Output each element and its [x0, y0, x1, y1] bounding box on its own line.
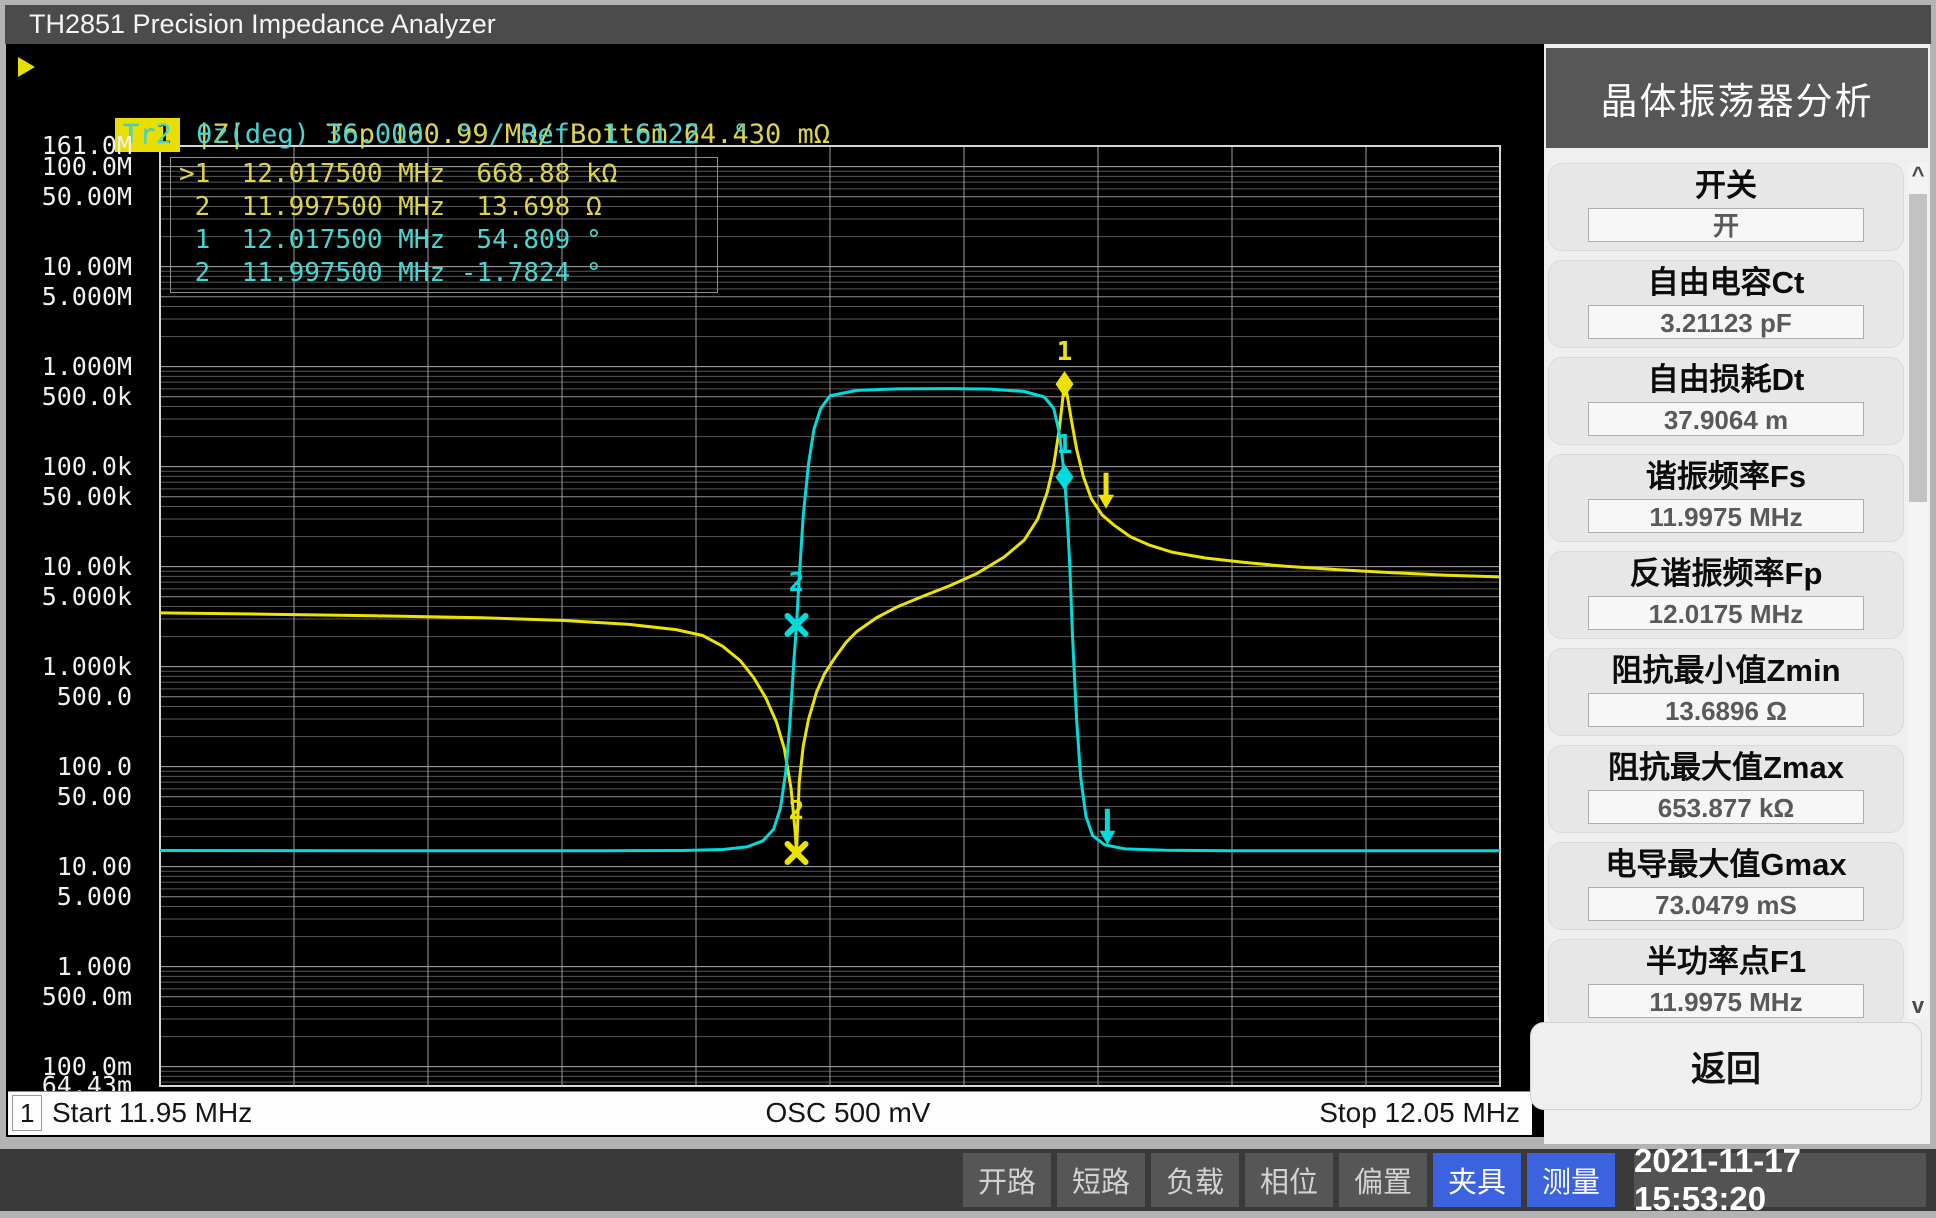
sidebar-panel[interactable]: 电导最大值Gmax73.0479 mS: [1548, 842, 1904, 930]
y-axis-label: 100.0k: [6, 454, 132, 480]
trace1-info[interactable]: Tr1 |Z| Top 160.99 MΩ/ Bottom 64.430 mΩ: [6, 50, 830, 84]
y-axis-label: 10.00k: [6, 554, 132, 580]
window-title: TH2851 Precision Impedance Analyzer: [5, 5, 1931, 44]
panel-value: 11.9975 MHz: [1588, 499, 1864, 533]
instrument-screen: { "window": { "title": "TH2851 Precision…: [0, 0, 1936, 1215]
sidebar-panel[interactable]: 阻抗最小值Zmin13.6896 Ω: [1548, 648, 1904, 736]
panel-label: 反谐振频率Fp: [1549, 554, 1903, 594]
toolbar-button-2[interactable]: 短路: [1057, 1153, 1145, 1207]
panel-label: 阻抗最大值Zmax: [1549, 748, 1903, 788]
datetime-display: 2021-11-17 15:53:20: [1634, 1153, 1926, 1207]
y-axis-label: 1.000M: [6, 354, 132, 380]
y-axis-label: 5.000: [6, 884, 132, 910]
panel-value: 73.0479 mS: [1588, 887, 1864, 921]
y-axis-label: 1.000k: [6, 654, 132, 680]
panel-label: 电导最大值Gmax: [1549, 845, 1903, 885]
analysis-sidebar: 晶体振荡器分析 开关开自由电容Ct3.21123 pF 自由损耗Dt37.9064…: [1544, 44, 1930, 1144]
y-axis-label: 1.000: [6, 954, 132, 980]
marker-readout-row: 1 12.017500 MHz 54.809 °: [171, 224, 717, 257]
panel-label: 谐振频率Fs: [1549, 457, 1903, 497]
sidebar-panel[interactable]: 开关开: [1548, 163, 1904, 251]
marker-readout-box: >1 12.017500 MHz 668.88 kΩ 2 11.997500 M…: [170, 157, 718, 293]
sidebar-panel[interactable]: 谐振频率Fs11.9975 MHz: [1548, 454, 1904, 542]
y-axis-label: 5.000k: [6, 584, 132, 610]
sidebar-panel[interactable]: 阻抗最大值Zmax653.877 kΩ: [1548, 745, 1904, 833]
panel-label: 自由电容Ct: [1549, 263, 1903, 303]
bottom-toolbar: 2021-11-17 15:53:20 开路短路负载相位偏置夹具测量: [0, 1149, 1936, 1211]
y-axis-label: 50.00M: [6, 184, 132, 210]
scrollbar-thumb[interactable]: [1909, 194, 1927, 502]
panel-value: 13.6896 Ω: [1588, 693, 1864, 727]
y-axis-label: 50.00k: [6, 484, 132, 510]
panel-value: 11.9975 MHz: [1588, 984, 1864, 1018]
sidebar-panel[interactable]: 自由电容Ct3.21123 pF: [1548, 260, 1904, 348]
panel-value: 开: [1588, 208, 1864, 242]
y-axis-label: 10.00M: [6, 254, 132, 280]
stop-frequency[interactable]: Stop 12.05 MHz: [1319, 1092, 1520, 1134]
marker-number-label: 2: [789, 796, 805, 826]
y-axis-label: 500.0: [6, 684, 132, 710]
sidebar-panel[interactable]: 反谐振频率Fp12.0175 MHz: [1548, 551, 1904, 639]
active-trace-arrow-icon: [18, 57, 35, 77]
marker-readout-row: 2 11.997500 MHz 13.698 Ω: [171, 191, 717, 224]
panel-label: 半功率点F1: [1549, 942, 1903, 982]
chevron-up-icon[interactable]: ^: [1908, 162, 1928, 188]
sidebar-scrollbar[interactable]: ^ v: [1908, 162, 1928, 1019]
panel-label: 自由损耗Dt: [1549, 360, 1903, 400]
y-axis-label: 500.0k: [6, 384, 132, 410]
marker-number-label: 2: [789, 568, 805, 598]
sidebar-panel[interactable]: 半功率点F111.9975 MHz: [1548, 939, 1904, 1027]
toolbar-button-7[interactable]: 测量: [1527, 1153, 1615, 1207]
panel-value: 653.877 kΩ: [1588, 790, 1864, 824]
panel-label: 阻抗最小值Zmin: [1549, 651, 1903, 691]
panel-value: 12.0175 MHz: [1588, 596, 1864, 630]
back-button[interactable]: 返回: [1530, 1022, 1922, 1110]
toolbar-button-6[interactable]: 夹具: [1433, 1153, 1521, 1207]
toolbar-button-5[interactable]: 偏置: [1339, 1153, 1427, 1207]
marker-readout-row: 2 11.997500 MHz -1.7824 °: [171, 257, 717, 290]
y-axis-label: 500.0m: [6, 984, 132, 1010]
trace2-info[interactable]: Tr2 θz(deg) 36.000 ° / Ref 1.6122 °: [6, 84, 749, 118]
toolbar-button-4[interactable]: 相位: [1245, 1153, 1333, 1207]
marker-diamond-icon: [1056, 371, 1074, 397]
sidebar-title: 晶体振荡器分析: [1546, 48, 1928, 148]
y-axis-label: 5.000M: [6, 284, 132, 310]
marker-number-label: 1: [1057, 337, 1073, 367]
y-axis-label: 100.0M: [6, 154, 132, 180]
marker-readout-row: >1 12.017500 MHz 668.88 kΩ: [171, 158, 717, 191]
measurement-display: 1 2 1 2 Tr1 |Z| Top 160.99 MΩ/ Bottom 64.43…: [6, 44, 1544, 1137]
marker-number-label: 1: [1057, 430, 1073, 460]
trace2-scale-text: θz(deg) 36.000 ° / Ref 1.6122 °: [180, 119, 749, 150]
y-axis-label: 10.00: [6, 854, 132, 880]
sidebar-panel-list: 开关开自由电容Ct3.21123 pF 自由损耗Dt37.9064 m 谐振频率Fs…: [1544, 154, 1908, 1027]
marker-diamond-icon: [1056, 464, 1074, 490]
sweep-status-bar: 1 Start 11.95 MHz OSC 500 mV Stop 12.05 …: [8, 1091, 1532, 1135]
y-axis-label: 50.00: [6, 784, 132, 810]
sidebar-panel[interactable]: 自由损耗Dt37.9064 m: [1548, 357, 1904, 445]
toolbar-button-1[interactable]: 开路: [963, 1153, 1051, 1207]
panel-value: 37.9064 m: [1588, 402, 1864, 436]
panel-label: 开关: [1549, 166, 1903, 206]
toolbar-button-3[interactable]: 负载: [1151, 1153, 1239, 1207]
panel-value: 3.21123 pF: [1588, 305, 1864, 339]
chevron-down-icon[interactable]: v: [1908, 993, 1928, 1019]
y-axis-label: 100.0: [6, 754, 132, 780]
